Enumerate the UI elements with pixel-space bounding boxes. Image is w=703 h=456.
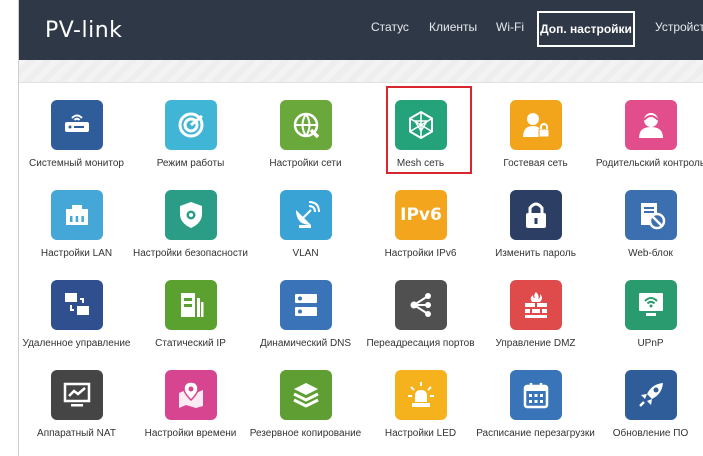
tile-mesh-network[interactable]: Mesh сеть [363, 100, 478, 190]
led-light-icon [395, 370, 447, 420]
tile-label: Родительский контроль [595, 158, 703, 169]
tile-server-doc[interactable]: Статический IP [133, 280, 248, 370]
tile-dns-server[interactable]: Динамический DNS [248, 280, 363, 370]
mesh-network-icon [395, 100, 447, 150]
tile-globe-wrench[interactable]: Настройки сети [248, 100, 363, 190]
tile-share-forward[interactable]: Переадресация портов [363, 280, 478, 370]
tile-calendar[interactable]: Расписание перезагрузки [476, 370, 595, 456]
map-pin-icon [165, 370, 217, 420]
tile-web-block[interactable]: Web-блок [593, 190, 703, 280]
settings-grid: Системный монитор Режим работы Настройки с… [19, 0, 703, 456]
tile-firewall[interactable]: Управление DMZ [478, 280, 593, 370]
share-forward-icon [395, 280, 447, 330]
tile-wifi-monitor[interactable]: UPnP [593, 280, 703, 370]
tile-guest-lock[interactable]: Гостевая сеть [478, 100, 593, 190]
layers-backup-icon [280, 370, 332, 420]
chart-monitor-icon [51, 370, 103, 420]
dns-server-icon [280, 280, 332, 330]
wifi-monitor-icon [625, 280, 677, 330]
tile-router-monitor[interactable]: Системный монитор [19, 100, 134, 190]
tile-padlock[interactable]: Изменить пароль [478, 190, 593, 280]
calendar-icon [510, 370, 562, 420]
radar-mode-icon [165, 100, 217, 150]
web-block-icon [625, 190, 677, 240]
rocket-update-icon [625, 370, 677, 420]
shield-gear-icon [165, 190, 217, 240]
tile-lan-port[interactable]: Настройки LAN [19, 190, 134, 280]
tile-chart-monitor[interactable]: Аппаратный NAT [19, 370, 134, 456]
tile-rocket-update[interactable]: Обновление ПО [593, 370, 703, 456]
tile-label: Web-блок [628, 248, 673, 259]
tile-satellite-dish[interactable]: VLAN [248, 190, 363, 280]
app-window: PV-link Статус Клиенты Wi-Fi Доп. настро… [18, 0, 703, 456]
router-monitor-icon [51, 100, 103, 150]
tile-parent-user[interactable]: Родительский контроль [593, 100, 703, 190]
ipv6-icon: IPv6 [395, 190, 447, 240]
tile-radar-mode[interactable]: Режим работы [133, 100, 248, 190]
tile-shield-gear[interactable]: Настройки безопасности [133, 190, 248, 280]
tile-map-pin[interactable]: Настройки времени [133, 370, 248, 456]
tile-layers-backup[interactable]: Резервное копирование [248, 370, 363, 456]
tile-label: UPnP [637, 338, 664, 349]
parent-user-icon [625, 100, 677, 150]
satellite-dish-icon [280, 190, 332, 240]
remote-desktop-icon [51, 280, 103, 330]
tile-label: Обновление ПО [612, 428, 689, 439]
guest-lock-icon [510, 100, 562, 150]
tile-remote-desktop[interactable]: Удаленное управление [19, 280, 134, 370]
tile-led-light[interactable]: Настройки LED [363, 370, 478, 456]
tile-ipv6[interactable]: IPv6 Настройки IPv6 [363, 190, 478, 280]
server-doc-icon [165, 280, 217, 330]
lan-port-icon [51, 190, 103, 240]
ipv6-icon-text: IPv6 [400, 205, 442, 225]
firewall-icon [510, 280, 562, 330]
globe-wrench-icon [280, 100, 332, 150]
padlock-icon [510, 190, 562, 240]
